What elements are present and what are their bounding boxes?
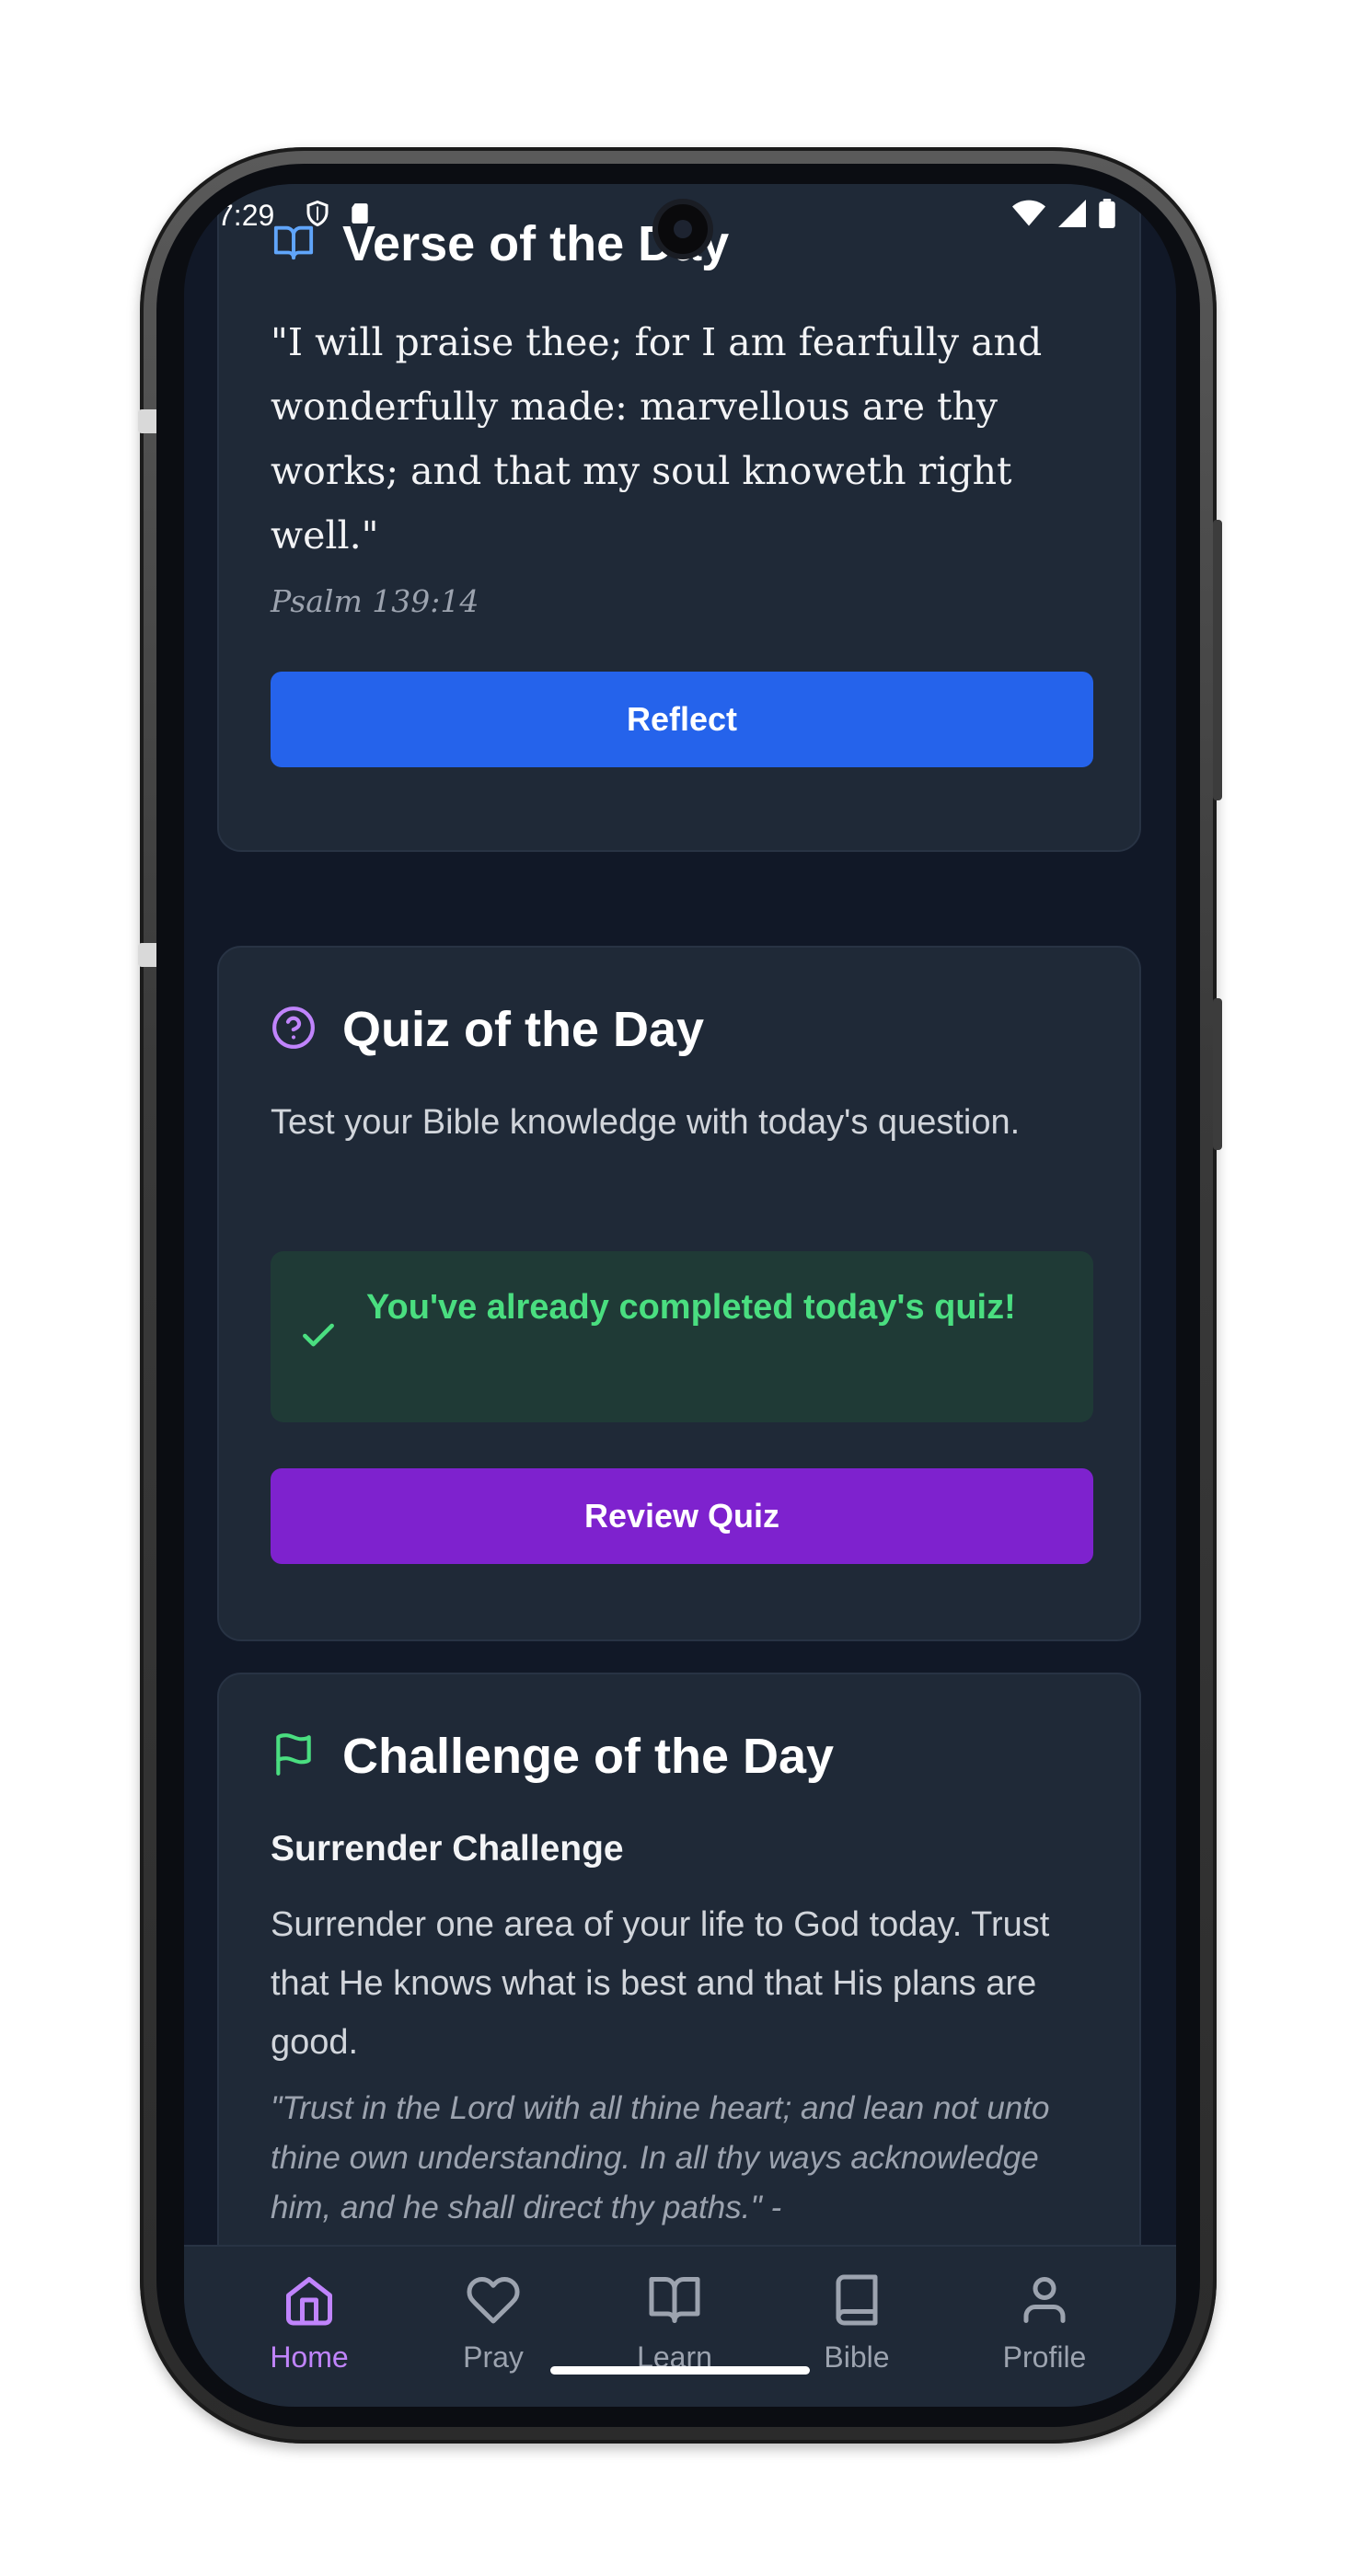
- review-quiz-button[interactable]: Review Quiz: [271, 1468, 1093, 1564]
- nav-profile-label: Profile: [1002, 2340, 1087, 2374]
- quiz-card-header: Quiz of the Day: [271, 1001, 704, 1058]
- app-screen: Verse of the Day "I will praise thee; fo…: [184, 184, 1176, 2407]
- signal-icon: [1058, 200, 1086, 235]
- wifi-icon: [1012, 200, 1045, 235]
- nav-home[interactable]: Home: [226, 2272, 392, 2375]
- book-open-icon: [647, 2272, 702, 2335]
- challenge-card-title: Challenge of the Day: [342, 1729, 835, 1784]
- reflect-button[interactable]: Reflect: [271, 672, 1093, 767]
- verse-text: "I will praise thee; for I am fearfully …: [271, 320, 1043, 558]
- book-icon: [829, 2272, 884, 2335]
- challenge-card-header: Challenge of the Day: [271, 1728, 834, 1785]
- nav-bible[interactable]: Bible: [774, 2272, 940, 2375]
- home-icon: [282, 2272, 337, 2335]
- quiz-completed-message: You've already completed today's quiz!: [366, 1288, 1016, 1327]
- nav-bible-label: Bible: [824, 2340, 890, 2374]
- check-icon: [298, 1316, 339, 1361]
- nav-pray-label: Pray: [463, 2340, 524, 2374]
- flag-icon: [271, 1731, 317, 1782]
- nav-home-label: Home: [270, 2340, 349, 2374]
- nav-pray[interactable]: Pray: [410, 2272, 576, 2375]
- battery-icon: [1099, 199, 1115, 236]
- quiz-description: Test your Bible knowledge with today's q…: [271, 1103, 1021, 1142]
- power-button: [1213, 520, 1222, 800]
- challenge-quote: "Trust in the Lord with all thine heart;…: [271, 2090, 1050, 2225]
- nav-learn[interactable]: Learn: [592, 2272, 757, 2375]
- verse-of-the-day-card: Verse of the Day "I will praise thee; fo…: [217, 184, 1141, 852]
- status-icons-left: [304, 199, 372, 236]
- nav-profile[interactable]: Profile: [962, 2272, 1127, 2375]
- quiz-card-title: Quiz of the Day: [342, 1002, 705, 1057]
- heart-icon: [466, 2272, 521, 2335]
- volume-button: [1213, 998, 1222, 1150]
- status-icons-right: [1012, 199, 1115, 236]
- challenge-of-the-day-card: Challenge of the Day Surrender Challenge…: [217, 1673, 1141, 2245]
- quiz-completed-banner: You've already completed today's quiz!: [271, 1251, 1093, 1422]
- quiz-of-the-day-card: Quiz of the Day Test your Bible knowledg…: [217, 946, 1141, 1641]
- sd-card-icon: [348, 200, 372, 235]
- bottom-nav: Home Pray Learn Bible Profile: [184, 2245, 1176, 2407]
- verse-reference: Psalm 139:14: [271, 583, 479, 619]
- shield-icon: [304, 199, 331, 236]
- home-indicator[interactable]: [550, 2366, 810, 2375]
- front-camera: [658, 204, 708, 254]
- user-icon: [1017, 2272, 1072, 2335]
- status-time: 7:29: [217, 199, 275, 232]
- challenge-name: Surrender Challenge: [271, 1829, 624, 1869]
- challenge-description: Surrender one area of your life to God t…: [271, 1905, 1050, 2062]
- help-circle-icon: [271, 1005, 317, 1055]
- home-feed[interactable]: Verse of the Day "I will praise thee; fo…: [184, 184, 1176, 2245]
